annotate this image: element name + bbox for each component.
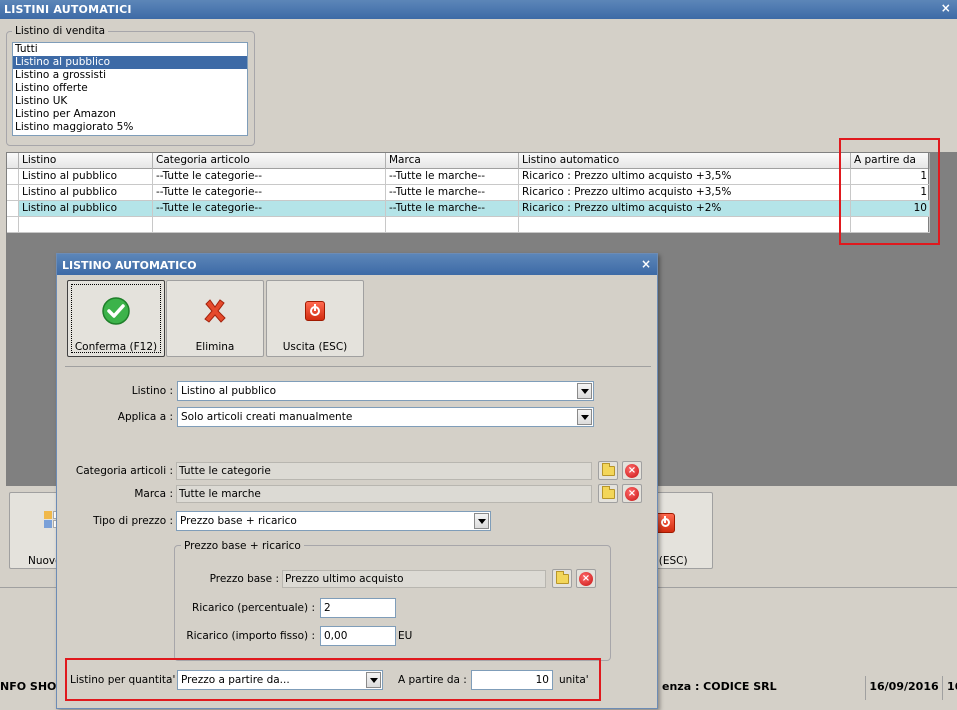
checkmark-icon	[102, 297, 130, 325]
grid-header-indicator	[7, 153, 19, 169]
grid-header: Listino Categoria articolo Marca Listino…	[7, 153, 930, 169]
red-x-icon	[204, 299, 226, 323]
chevron-down-icon[interactable]	[577, 383, 592, 399]
listino-select-value: Listino al pubblico	[181, 385, 277, 397]
cell-categoria: --Tutte le categorie--	[153, 185, 386, 201]
row-indicator	[7, 169, 19, 185]
listini-grid[interactable]: Listino Categoria articolo Marca Listino…	[6, 152, 930, 233]
applica-label: Applica a :	[117, 411, 173, 423]
dialog-separator	[65, 366, 651, 367]
categoria-label: Categoria articoli :	[75, 465, 173, 477]
applica-select[interactable]: Solo articoli creati manualmente	[177, 407, 594, 427]
exit-label: Uscita (ESC)	[282, 341, 348, 353]
tipo-prezzo-select[interactable]: Prezzo base + ricarico	[176, 511, 491, 531]
dialog-title-bar: LISTINO AUTOMATICO ×	[57, 254, 657, 275]
power-icon	[655, 513, 675, 533]
grid-header-automatico[interactable]: Listino automatico	[519, 153, 851, 169]
cell-empty	[153, 217, 386, 233]
cell-listino: Listino al pubblico	[19, 201, 153, 217]
listino-vendita-legend: Listino di vendita	[12, 25, 109, 37]
delete-label: Elimina	[195, 341, 235, 353]
listbox-option[interactable]: Listino per Amazon	[13, 108, 247, 121]
grid-header-marca[interactable]: Marca	[386, 153, 519, 169]
power-icon	[305, 301, 325, 321]
chevron-down-icon[interactable]	[577, 409, 592, 425]
cell-empty	[386, 217, 519, 233]
main-close-icon[interactable]: ×	[941, 1, 951, 15]
folder-icon	[556, 571, 569, 584]
categoria-clear-button[interactable]: ×	[622, 461, 642, 480]
ricarico-perc-label: Ricarico (percentuale) :	[192, 602, 315, 614]
prezzo-base-label: Prezzo base :	[209, 573, 279, 585]
status-app-name: NFO SHOP S	[0, 680, 77, 693]
listino-select[interactable]: Listino al pubblico	[177, 381, 594, 401]
marca-label: Marca :	[134, 488, 173, 500]
cell-automatico: Ricarico : Prezzo ultimo acquisto +3,5%	[519, 169, 851, 185]
dialog-close-icon[interactable]: ×	[641, 257, 651, 271]
confirm-label: Conferma (F12)	[74, 341, 158, 353]
cell-listino: Listino al pubblico	[19, 185, 153, 201]
confirm-button[interactable]: Conferma (F12)	[67, 280, 165, 357]
highlight-quantita-row	[65, 658, 601, 701]
row-indicator	[7, 185, 19, 201]
clear-icon: ×	[579, 572, 593, 586]
cell-empty	[19, 217, 153, 233]
listino-vendita-listbox[interactable]: Tutti Listino al pubblico Listino a gros…	[12, 42, 248, 136]
prezzo-base-group-legend: Prezzo base + ricarico	[181, 540, 304, 552]
marca-browse-button[interactable]	[598, 484, 618, 503]
prezzo-base-browse-button[interactable]	[552, 569, 572, 588]
categoria-browse-button[interactable]	[598, 461, 618, 480]
status-date: 16/09/2016	[865, 676, 942, 700]
cell-marca: --Tutte le marche--	[386, 185, 519, 201]
clear-icon: ×	[625, 487, 639, 501]
prezzo-base-field: Prezzo ultimo acquisto	[282, 570, 546, 588]
main-title-bar: LISTINI AUTOMATICI ×	[0, 0, 957, 19]
cell-marca: --Tutte le marche--	[386, 169, 519, 185]
listbox-option[interactable]: Listino offerte	[13, 82, 247, 95]
listino-automatico-dialog: LISTINO AUTOMATICO × Conferma (F12) Elim…	[56, 253, 658, 709]
cell-automatico: Ricarico : Prezzo ultimo acquisto +3,5%	[519, 185, 851, 201]
exit-button[interactable]: Uscita (ESC)	[266, 280, 364, 357]
cell-listino: Listino al pubblico	[19, 169, 153, 185]
grid-header-categoria[interactable]: Categoria articolo	[153, 153, 386, 169]
dialog-title: LISTINO AUTOMATICO	[62, 259, 197, 272]
listino-label: Listino :	[131, 385, 173, 397]
listbox-option[interactable]: Listino a grossisti	[13, 69, 247, 82]
chevron-down-icon[interactable]	[474, 513, 489, 529]
ricarico-perc-input[interactable]: 2	[320, 598, 396, 618]
listbox-option[interactable]: Tutti	[13, 43, 247, 56]
cell-empty	[519, 217, 851, 233]
ricarico-fisso-label: Ricarico (importo fisso) :	[186, 630, 315, 642]
row-indicator	[7, 217, 19, 233]
prezzo-base-clear-button[interactable]: ×	[576, 569, 596, 588]
listbox-option[interactable]: Listino maggiorato 5%	[13, 121, 247, 134]
status-right: 16	[942, 676, 957, 700]
clear-icon: ×	[625, 464, 639, 478]
cell-automatico: Ricarico : Prezzo ultimo acquisto +2%	[519, 201, 851, 217]
listbox-option-selected[interactable]: Listino al pubblico	[13, 56, 247, 69]
folder-icon	[602, 486, 615, 499]
cell-categoria: --Tutte le categorie--	[153, 169, 386, 185]
grid-header-listino[interactable]: Listino	[19, 153, 153, 169]
main-title: LISTINI AUTOMATICI	[4, 3, 132, 16]
categoria-field: Tutte le categorie	[176, 462, 592, 480]
cell-categoria: --Tutte le categorie--	[153, 201, 386, 217]
ricarico-fisso-unit: EU	[398, 630, 413, 642]
marca-field: Tutte le marche	[176, 485, 592, 503]
folder-icon	[602, 463, 615, 476]
cell-marca: --Tutte le marche--	[386, 201, 519, 217]
tipo-prezzo-value: Prezzo base + ricarico	[180, 515, 297, 527]
row-indicator	[7, 201, 19, 217]
applica-select-value: Solo articoli creati manualmente	[181, 411, 353, 423]
highlight-a-partire-da-column	[839, 138, 940, 245]
delete-button[interactable]: Elimina	[166, 280, 264, 357]
marca-clear-button[interactable]: ×	[622, 484, 642, 503]
ricarico-fisso-input[interactable]: 0,00	[320, 626, 396, 646]
status-licenza: enza : CODICE SRL	[662, 680, 777, 693]
listbox-option[interactable]: Listino UK	[13, 95, 247, 108]
tipo-prezzo-label: Tipo di prezzo :	[93, 515, 173, 527]
